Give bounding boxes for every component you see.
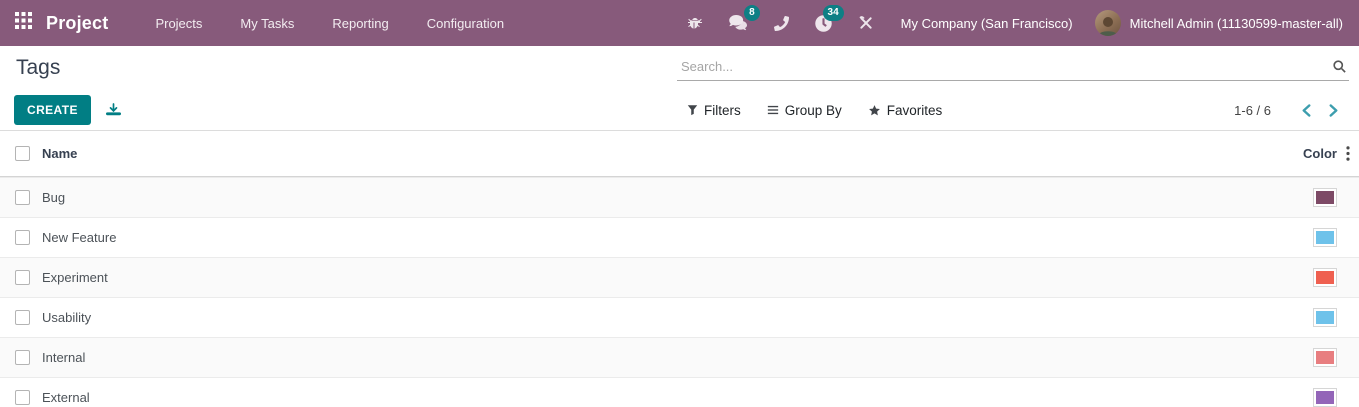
color-swatch: [1313, 348, 1337, 367]
pager-next-button[interactable]: [1320, 100, 1347, 121]
menu-reporting[interactable]: Reporting: [313, 0, 407, 46]
row-checkbox[interactable]: [15, 270, 30, 285]
table-row[interactable]: Bug: [0, 177, 1359, 217]
page-title: Tags: [16, 56, 61, 79]
pager: 1-6 / 6: [1234, 100, 1347, 121]
row-checkbox[interactable]: [15, 310, 30, 325]
table-row[interactable]: New Feature: [0, 217, 1359, 257]
export-download-icon[interactable]: [105, 102, 121, 118]
column-header-name[interactable]: Name: [42, 146, 1277, 161]
color-swatch: [1313, 308, 1337, 327]
bug-icon: [687, 15, 703, 31]
menu-projects[interactable]: Projects: [136, 0, 221, 46]
user-name: Mitchell Admin (11130599-master-all): [1129, 15, 1343, 31]
row-checkbox[interactable]: [15, 190, 30, 205]
table-row[interactable]: Experiment: [0, 257, 1359, 297]
group-by-icon: [767, 104, 779, 116]
tools-button[interactable]: [845, 0, 887, 46]
color-swatch: [1313, 188, 1337, 207]
tag-name: Internal: [42, 350, 86, 365]
group-by-button[interactable]: Group By: [767, 103, 842, 118]
activities-badge: 34: [822, 5, 844, 21]
messages-button[interactable]: 8: [716, 0, 761, 46]
app-title: Project: [46, 12, 109, 33]
voip-button[interactable]: [761, 0, 802, 46]
menu-my-tasks[interactable]: My Tasks: [221, 0, 313, 46]
tags-list: Name Color Bug New Feature Experiment Us…: [0, 131, 1359, 407]
activities-button[interactable]: 34: [802, 0, 845, 46]
pager-range: 1-6 / 6: [1234, 102, 1271, 118]
color-swatch: [1313, 268, 1337, 287]
table-row[interactable]: Internal: [0, 337, 1359, 377]
search-options: Filters Group By Favorites: [687, 103, 968, 118]
row-checkbox[interactable]: [15, 230, 30, 245]
search-icon[interactable]: [1332, 59, 1347, 74]
company-switcher[interactable]: My Company (San Francisco): [901, 16, 1073, 31]
row-checkbox[interactable]: [15, 350, 30, 365]
main-menu: Projects My Tasks Reporting Configuratio…: [136, 0, 523, 46]
control-panel: Tags CREATE Filters: [0, 46, 1359, 131]
search-bar[interactable]: [677, 55, 1349, 81]
select-all-checkbox[interactable]: [15, 146, 30, 161]
column-header-color[interactable]: Color: [1277, 146, 1337, 161]
column-options-icon[interactable]: [1337, 146, 1359, 161]
messages-badge: 8: [744, 5, 760, 21]
table-row[interactable]: External: [0, 377, 1359, 407]
phone-icon: [773, 15, 789, 31]
color-swatch: [1313, 228, 1337, 247]
row-checkbox[interactable]: [15, 390, 30, 405]
apps-grid-icon: [14, 12, 32, 34]
create-button[interactable]: CREATE: [14, 95, 91, 125]
favorites-button[interactable]: Favorites: [868, 102, 943, 118]
table-row[interactable]: Usability: [0, 297, 1359, 337]
tag-name: New Feature: [42, 230, 117, 245]
apps-menu-button[interactable]: [0, 0, 46, 46]
tools-icon: [858, 15, 874, 31]
menu-configuration[interactable]: Configuration: [408, 0, 523, 46]
pager-previous-button[interactable]: [1293, 100, 1320, 121]
top-navbar: Project Projects My Tasks Reporting Conf…: [0, 0, 1359, 46]
tag-name: Usability: [42, 310, 92, 325]
group-by-label: Group By: [784, 102, 842, 118]
tag-name: External: [42, 390, 90, 405]
filters-label: Filters: [704, 102, 741, 118]
tag-name: Bug: [42, 190, 66, 205]
user-avatar: [1094, 10, 1121, 36]
star-icon: [868, 104, 881, 117]
bug-report-button[interactable]: [674, 0, 716, 46]
search-input[interactable]: [681, 59, 1332, 74]
favorites-label: Favorites: [886, 102, 943, 118]
tag-name: Experiment: [42, 270, 108, 285]
filters-button[interactable]: Filters: [687, 103, 741, 118]
color-swatch: [1313, 388, 1337, 407]
filter-icon: [687, 104, 698, 116]
table-header: Name Color: [0, 131, 1359, 177]
user-menu[interactable]: Mitchell Admin (11130599-master-all): [1094, 10, 1343, 36]
